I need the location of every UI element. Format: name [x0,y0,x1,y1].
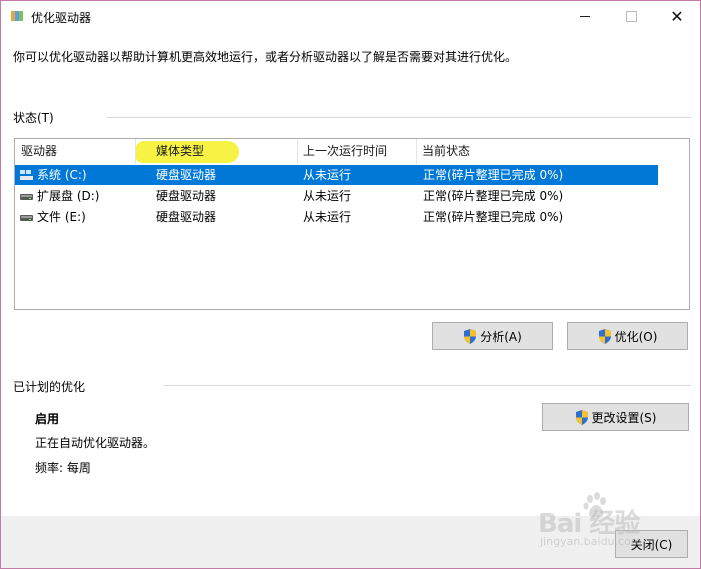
media-type: 硬盘驱动器 [156,189,217,203]
optimize-button[interactable]: 优化(O) [567,322,688,350]
column-header-current-state[interactable]: 当前状态 [416,139,656,164]
last-run: 从未运行 [303,168,352,182]
current-state: 正常(碎片整理已完成 0%) [423,189,564,203]
status-section-label: 状态(T) [13,111,54,125]
current-state: 正常(碎片整理已完成 0%) [423,210,564,224]
window-title: 优化驱动器 [31,11,92,25]
schedule-frequency: 频率: 每周 [35,461,91,475]
close-icon: ✕ [670,6,684,26]
schedule-info: 正在自动优化驱动器。 [35,436,156,450]
hard-drive-icon [20,215,33,221]
maximize-icon [625,11,637,22]
table-row[interactable]: 扩展盘 (D:) 硬盘驱动器 从未运行 正常(碎片整理已完成 0%) [15,186,689,206]
table-row[interactable]: 文件 (E:) 硬盘驱动器 从未运行 正常(碎片整理已完成 0%) [15,207,689,227]
column-header-media-type[interactable]: 媒体类型 [150,139,296,164]
optimize-button-label: 优化(O) [614,329,658,344]
close-window-button[interactable]: ✕ [654,1,700,32]
list-header: 驱动器 媒体类型 上一次运行时间 当前状态 [15,139,689,164]
media-type: 硬盘驱动器 [156,168,217,182]
uac-shield-icon [575,409,588,425]
analyze-button[interactable]: 分析(A) [432,322,553,350]
analyze-button-label: 分析(A) [480,329,522,344]
scheduled-section-label: 已计划的优化 [13,380,86,394]
last-run: 从未运行 [303,210,352,224]
uac-shield-icon [598,328,611,344]
title-bar: 优化驱动器 ✕ [1,1,700,32]
close-button-label: 关闭(C) [630,537,673,552]
current-state: 正常(碎片整理已完成 0%) [423,168,564,182]
hard-drive-icon [20,194,33,200]
scheduled-divider [164,385,691,386]
footer-bar: 关闭(C) [1,516,700,568]
change-settings-button-label: 更改设置(S) [591,410,657,425]
optimize-drives-window: 优化驱动器 ✕ 你可以优化驱动器以帮助计算机更高效地运行，或者分析驱动器以了解是… [0,0,701,569]
table-row[interactable]: 系统 (C:) 硬盘驱动器 从未运行 正常(碎片整理已完成 0%) [15,165,658,185]
close-button[interactable]: 关闭(C) [615,530,688,558]
description-text: 你可以优化驱动器以帮助计算机更高效地运行，或者分析驱动器以了解是否需要对其进行优… [13,50,518,64]
baidu-paw-icon [583,492,606,518]
minimize-icon [580,16,590,17]
drive-name: 扩展盘 (D:) [37,189,100,203]
schedule-state: 启用 [35,412,60,426]
drives-list[interactable]: 驱动器 媒体类型 上一次运行时间 当前状态 系统 (C:) 硬盘驱动器 从未运行… [14,138,690,310]
drive-name: 文件 (E:) [37,210,86,224]
maximize-button[interactable] [608,1,654,32]
media-type: 硬盘驱动器 [156,210,217,224]
drive-name: 系统 (C:) [37,168,87,182]
change-settings-button[interactable]: 更改设置(S) [542,403,689,431]
uac-shield-icon [464,328,477,344]
minimize-button[interactable] [562,1,608,32]
last-run: 从未运行 [303,189,352,203]
column-header-last-run[interactable]: 上一次运行时间 [297,139,415,164]
system-drive-icon [20,170,33,180]
column-separator[interactable] [135,139,136,164]
column-header-drive[interactable]: 驱动器 [15,139,135,164]
status-divider [107,117,691,118]
app-icon [11,11,23,21]
